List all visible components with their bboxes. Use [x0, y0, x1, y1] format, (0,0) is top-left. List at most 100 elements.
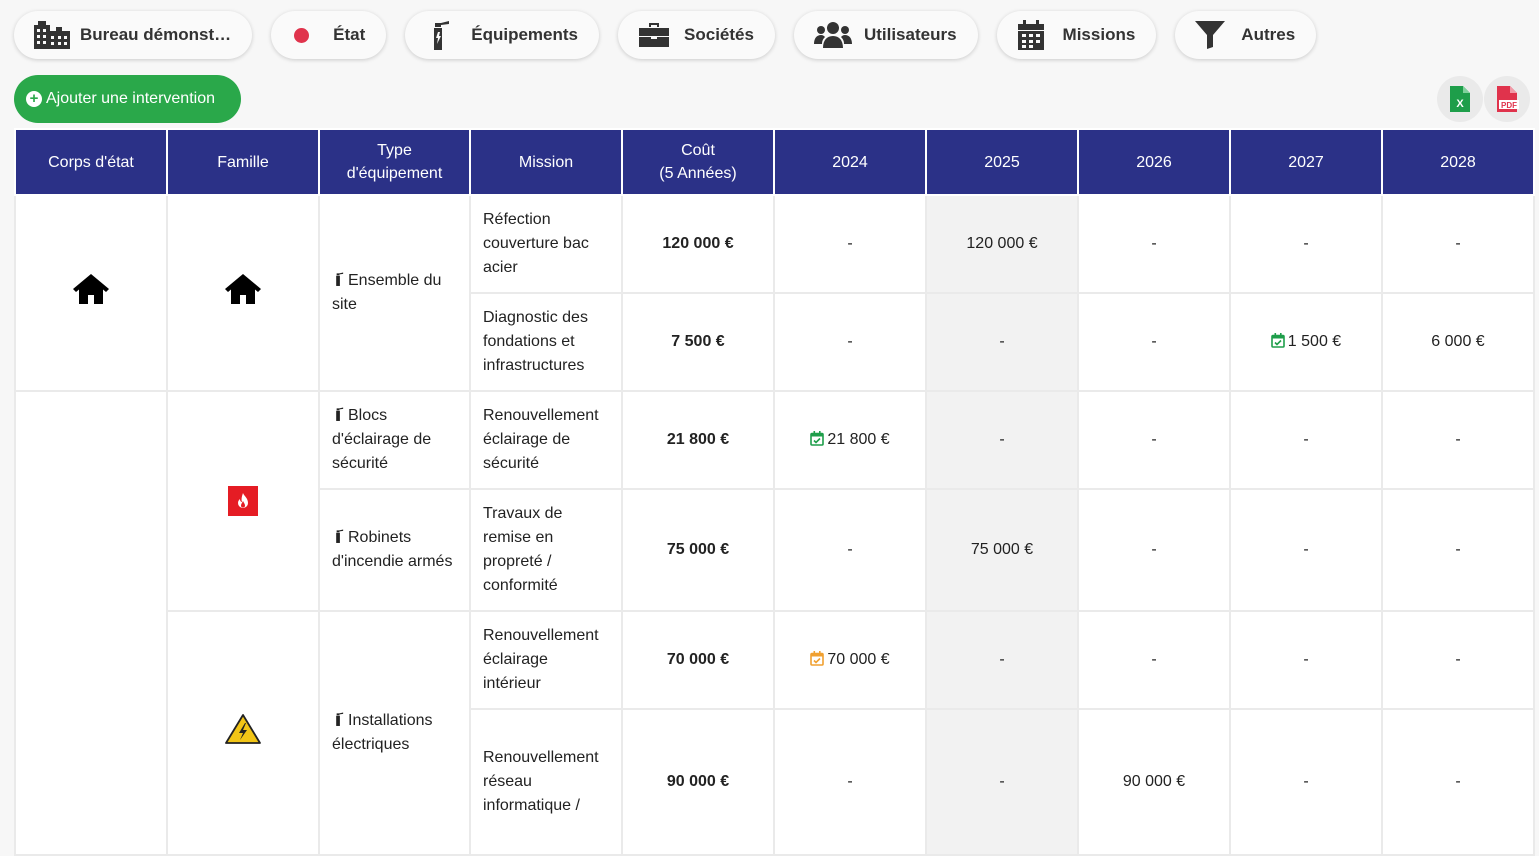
fire-extinguisher-icon	[336, 407, 344, 421]
home-icon	[225, 274, 261, 304]
year-cell[interactable]: 70 000 €	[773, 610, 927, 710]
col-equipment-type[interactable]: Type d'équipement	[318, 128, 471, 196]
cost-cell: 75 000 €	[621, 488, 775, 612]
excel-icon: X	[1450, 86, 1470, 112]
equipment-type-cell[interactable]: Robinets d'incendie armés	[318, 488, 471, 612]
year-cell[interactable]: -	[925, 292, 1079, 392]
year-cell[interactable]: -	[1229, 194, 1383, 294]
table-row: Installations électriques Renouvellement…	[15, 610, 1535, 856]
equipment-type-cell[interactable]: Installations électriques	[318, 610, 471, 856]
year-cell[interactable]: 21 800 €	[773, 390, 927, 490]
cost-cell: 7 500 €	[621, 292, 775, 392]
year-cell[interactable]: -	[773, 292, 927, 392]
year-cell[interactable]: -	[925, 610, 1079, 710]
col-cost-l1: Coût	[681, 142, 715, 159]
col-2025[interactable]: 2025	[925, 128, 1079, 196]
year-cell[interactable]: -	[1381, 708, 1535, 856]
filter-others-button[interactable]: Autres	[1175, 11, 1317, 59]
filter-missions-label: Missions	[1062, 25, 1136, 44]
year-cell[interactable]: -	[1077, 488, 1231, 612]
equipment-type-label: Blocs d'éclairage de sécurité	[332, 407, 432, 472]
fire-extinguisher-icon	[336, 272, 344, 286]
filter-users-label: Utilisateurs	[863, 25, 957, 44]
calendar-check-icon	[1270, 333, 1285, 348]
pdf-icon: PDF	[1497, 86, 1519, 112]
equipment-type-label: Ensemble du site	[332, 272, 442, 313]
filter-status-label: État	[333, 25, 366, 44]
year-cell[interactable]: -	[773, 708, 927, 856]
table-row: Blocs d'éclairage de sécurité Renouvelle…	[14, 390, 1535, 856]
trade-cell	[14, 194, 168, 392]
pdf-icon-label: PDF	[1501, 101, 1517, 110]
filter-icon	[1195, 20, 1231, 50]
table-header-row: Corps d'état Famille Type d'équipement Mi…	[14, 128, 1535, 196]
year-cell[interactable]: 120 000 €	[925, 194, 1079, 294]
equipment-type-label: Installations électriques	[332, 712, 433, 753]
equipment-type-cell[interactable]: Blocs d'éclairage de sécurité	[318, 390, 471, 490]
equipment-type-cell[interactable]: Ensemble du site	[318, 194, 471, 392]
filter-site-button[interactable]: Bureau démonst…	[14, 11, 253, 59]
filter-users-button[interactable]: Utilisateurs	[793, 11, 978, 59]
equipment-type-label: Robinets d'incendie armés	[332, 529, 453, 570]
cost-cell: 90 000 €	[621, 708, 775, 856]
year-cell[interactable]: -	[1229, 390, 1383, 490]
excel-icon-label: X	[1456, 98, 1464, 110]
year-cell[interactable]: 75 000 €	[925, 488, 1079, 612]
filter-others-label: Autres	[1241, 25, 1296, 44]
year-cell[interactable]: -	[925, 390, 1079, 490]
mission-cell[interactable]: Renouvellement réseau informatique /	[469, 708, 623, 856]
year-cell[interactable]: -	[1381, 194, 1535, 294]
year-cell[interactable]: -	[1381, 390, 1535, 490]
year-cell[interactable]: -	[773, 488, 927, 612]
col-2027[interactable]: 2027	[1229, 128, 1383, 196]
export-pdf-button[interactable]: PDF	[1484, 76, 1530, 122]
plus-circle-icon: +	[26, 91, 42, 107]
mission-cell[interactable]: Travaux de remise en propreté / conformi…	[469, 488, 623, 612]
col-2026[interactable]: 2026	[1077, 128, 1231, 196]
trade-cell	[14, 390, 168, 856]
col-family[interactable]: Famille	[166, 128, 320, 196]
year-value: 21 800 €	[827, 431, 890, 448]
mission-cell[interactable]: Renouvellement éclairage intérieur	[469, 610, 623, 710]
add-intervention-button[interactable]: + Ajouter une intervention	[14, 75, 241, 123]
year-cell[interactable]: -	[1077, 194, 1231, 294]
mission-cell[interactable]: Réfection couverture bac acier	[469, 194, 623, 294]
filter-missions-button[interactable]: Missions	[996, 11, 1157, 59]
year-cell[interactable]: -	[1229, 610, 1383, 710]
col-mission[interactable]: Mission	[469, 128, 623, 196]
col-2028[interactable]: 2028	[1381, 128, 1535, 196]
year-cell[interactable]: 90 000 €	[1077, 708, 1231, 856]
year-cell[interactable]: -	[773, 194, 927, 294]
year-cell[interactable]: -	[1077, 610, 1231, 710]
mission-cell[interactable]: Renouvellement éclairage de sécurité	[469, 390, 623, 490]
year-cell[interactable]: -	[1381, 488, 1535, 612]
filter-status-button[interactable]: État	[271, 11, 387, 59]
year-cell[interactable]: -	[1381, 610, 1535, 710]
status-dot-icon	[291, 20, 323, 50]
year-cell[interactable]: 6 000 €	[1381, 292, 1535, 392]
year-cell[interactable]: -	[1229, 488, 1383, 612]
filter-companies-button[interactable]: Sociétés	[618, 11, 775, 59]
users-icon	[813, 20, 854, 50]
year-value: 70 000 €	[827, 651, 890, 668]
year-cell[interactable]: -	[925, 708, 1079, 856]
year-cell[interactable]: -	[1077, 390, 1231, 490]
calendar-check-icon	[810, 651, 825, 666]
interventions-table: Corps d'état Famille Type d'équipement Mi…	[14, 128, 1535, 856]
col-equipment-type-l2: d'équipement	[346, 165, 443, 182]
col-2024[interactable]: 2024	[773, 128, 927, 196]
col-trade[interactable]: Corps d'état	[14, 128, 168, 196]
cost-cell: 21 800 €	[621, 390, 775, 490]
mission-cell[interactable]: Diagnostic des fondations et infrastruct…	[469, 292, 623, 392]
export-excel-button[interactable]: X	[1437, 76, 1483, 122]
fire-extinguisher-icon	[336, 529, 344, 543]
filter-site-label: Bureau démonst…	[80, 25, 232, 44]
filter-equipment-button[interactable]: Équipements	[405, 11, 600, 59]
filter-bar: Bureau démonst… État Équipements Société…	[14, 11, 1317, 59]
year-cell[interactable]: -	[1229, 708, 1383, 856]
year-cell[interactable]: -	[1077, 292, 1231, 392]
col-cost[interactable]: Coût (5 Années)	[621, 128, 775, 196]
briefcase-icon	[638, 20, 674, 50]
building-icon	[34, 20, 70, 50]
year-cell[interactable]: 1 500 €	[1229, 292, 1383, 392]
